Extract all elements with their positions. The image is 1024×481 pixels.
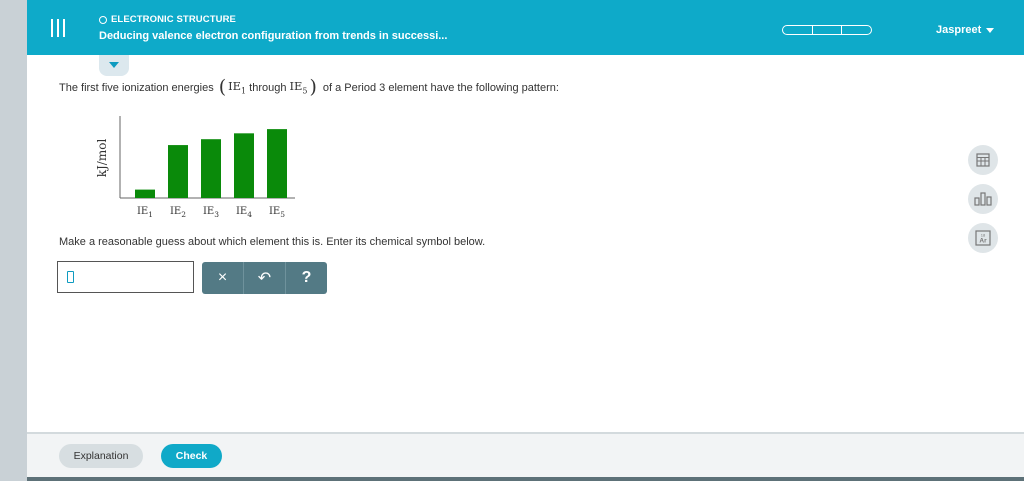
question-text-before: The first five ionization energies	[59, 81, 214, 94]
user-name: Jaspreet	[936, 24, 982, 36]
question-mark-icon: ?	[301, 269, 312, 286]
clear-button[interactable]: ×	[202, 262, 244, 294]
progress-indicator	[782, 25, 872, 35]
chevron-down-icon	[986, 27, 995, 33]
bar-ie5	[267, 129, 287, 198]
left-rail	[0, 0, 27, 481]
help-button[interactable]: ?	[286, 262, 327, 294]
bar-ie3	[201, 139, 221, 198]
bar-ie1	[135, 189, 155, 198]
progress-segment	[783, 26, 813, 34]
tick-label-ie2: IE2	[170, 206, 186, 219]
section-label: ELECTRONIC STRUCTURE	[99, 14, 236, 25]
y-axis-label: kJ/mol	[95, 139, 109, 178]
progress-segment	[813, 26, 843, 34]
bar-ie4	[234, 133, 254, 198]
periodic-table-icon: 18 Ar	[975, 230, 991, 246]
undo-icon: ↶	[257, 270, 272, 287]
calculator-icon	[976, 153, 990, 167]
tick-label-ie5: IE5	[269, 206, 285, 219]
input-cursor	[67, 271, 74, 283]
bar-ie2	[168, 145, 188, 198]
data-button[interactable]	[968, 184, 998, 214]
header-bar: ELECTRONIC STRUCTURE Deducing valence el…	[27, 0, 1024, 55]
calculator-button[interactable]	[968, 145, 998, 175]
undo-button[interactable]: ↶	[244, 262, 286, 294]
bottom-bar	[27, 477, 1024, 481]
periodic-symbol: Ar	[979, 238, 987, 245]
question-text: The first five ionization energies ( IE1…	[59, 76, 559, 98]
ionization-energy-chart: kJ/mol IE1 IE2 IE3 IE4 IE5	[95, 116, 295, 219]
progress-segment	[842, 26, 871, 34]
circle-icon	[99, 15, 107, 24]
periodic-table-button[interactable]: 18 Ar	[968, 223, 998, 253]
question-through: through	[249, 81, 287, 94]
answer-tools: × ↶ ?	[202, 262, 327, 294]
collapse-toggle[interactable]	[99, 55, 129, 76]
tick-label-ie4: IE4	[236, 206, 252, 219]
menu-icon[interactable]	[51, 19, 65, 37]
check-button[interactable]: Check	[161, 444, 222, 468]
assignment-title: Deducing valence electron configuration …	[99, 30, 448, 42]
answer-input[interactable]	[57, 261, 194, 293]
tick-label-ie1: IE1	[137, 206, 153, 219]
bar-chart-icon	[974, 192, 992, 206]
close-icon: ×	[217, 269, 228, 286]
section-name: ELECTRONIC STRUCTURE	[111, 14, 236, 25]
tool-sidebar: 18 Ar	[968, 145, 998, 262]
user-menu[interactable]: Jaspreet	[936, 24, 995, 36]
explanation-button[interactable]: Explanation	[59, 444, 143, 468]
triangle-down-icon	[109, 62, 119, 68]
ie-last: IE5	[289, 79, 308, 96]
ie-first: IE1	[228, 79, 247, 96]
question-text-after: of a Period 3 element have the following…	[322, 81, 559, 94]
instruction-text: Make a reasonable guess about which elem…	[59, 236, 486, 248]
tick-label-ie3: IE3	[203, 206, 219, 219]
